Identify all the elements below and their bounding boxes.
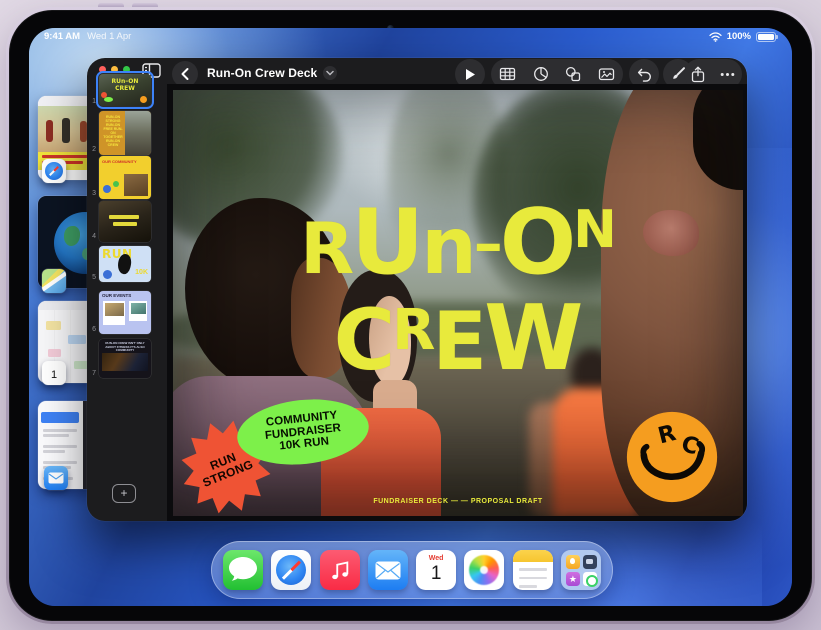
mini-event (46, 321, 61, 330)
ipad-screen: 9:41 AM Wed 1 Apr 100% (29, 28, 792, 606)
chevron-down-icon (326, 70, 334, 76)
ipad-device: 9:41 AM Wed 1 Apr 100% (6, 7, 815, 624)
shapes-icon (565, 66, 581, 82)
calendar-weekday: Wed (416, 555, 456, 563)
share-icon (691, 66, 705, 83)
dock: Wed 1 ★ (211, 541, 613, 599)
slide-number: 5 (87, 274, 96, 281)
media-button[interactable] (598, 66, 615, 82)
star-mini-icon: ★ (566, 572, 580, 586)
title-menu-button[interactable] (323, 66, 337, 80)
share-button[interactable] (691, 66, 705, 83)
slide-thumbnail-2[interactable]: RUN-ON STRONG RUN-ON FREE RUN-ON TOGETHE… (99, 111, 151, 155)
mail-app-icon[interactable] (368, 550, 408, 590)
mail-app-badge[interactable] (44, 466, 68, 490)
table-button[interactable] (499, 66, 516, 82)
chevron-left-icon (180, 67, 190, 81)
slide-thumbnail-5[interactable]: RUN 10K (99, 246, 151, 282)
mail-icon (48, 472, 64, 484)
ipad-bezel: 9:41 AM Wed 1 Apr 100% (9, 10, 812, 621)
maps-icon (42, 270, 66, 292)
apps-folder-icon[interactable]: ★ (561, 550, 601, 590)
mini-event (68, 335, 86, 344)
fitness-mini-icon (583, 572, 597, 586)
chart-button[interactable] (533, 66, 549, 82)
slide-photo: RUn–ON CREW RUN STRONG COMMUNITY (173, 90, 743, 516)
photos-app-icon[interactable] (464, 550, 504, 590)
slide-thumbnail-6[interactable]: OUR EVENTS (99, 291, 151, 334)
add-slide-button[interactable]: + (112, 484, 136, 503)
shapes-button[interactable] (565, 66, 581, 82)
safari-app-badge[interactable] (42, 159, 66, 183)
maps-app-badge[interactable] (42, 269, 66, 293)
slide-caption[interactable]: FUNDRAISER DECK — — PROPOSAL DRAFT (173, 498, 743, 505)
safari-app-icon[interactable] (271, 550, 311, 590)
music-app-icon[interactable] (320, 550, 360, 590)
slide-number: 2 (87, 146, 96, 153)
photos-flower-icon (469, 555, 499, 585)
clock-date: Wed 1 Apr (87, 31, 131, 42)
undo-icon (636, 67, 652, 82)
wifi-icon (709, 32, 722, 42)
mini-app-icon (583, 555, 597, 569)
media-icon (598, 66, 615, 82)
battery-percent: 100% (727, 31, 751, 42)
slide-canvas[interactable]: RUn–ON CREW RUN STRONG COMMUNITY (167, 84, 747, 521)
document-title: Run-On Crew Deck (207, 66, 317, 80)
calendar-day: 1 (416, 563, 456, 584)
slide-number: 1 (87, 98, 96, 105)
keynote-window: Run-On Crew Deck (87, 58, 747, 521)
notes-app-icon[interactable] (513, 550, 553, 590)
rc-smiley-icon: R C (625, 410, 719, 504)
status-bar: 9:41 AM Wed 1 Apr 100% (29, 30, 792, 44)
table-icon (499, 66, 516, 82)
more-button[interactable] (720, 72, 735, 77)
calendar-app-badge[interactable]: 1 (42, 361, 66, 385)
slide-number: 7 (87, 370, 96, 377)
slide-thumbnail-7[interactable]: RUN-ON CREW ISN'T ONLY ABOUT FITNESS IT'… (99, 339, 151, 378)
slide-number: 3 (87, 190, 96, 197)
slide-thumbnail-1[interactable]: RUn–ON CREW (99, 74, 151, 106)
slide-number: 4 (87, 233, 96, 240)
music-note-icon (329, 559, 351, 581)
slide-title-line2: CREW (197, 298, 717, 379)
rc-smiley-sticker[interactable]: R C (625, 410, 719, 504)
document-title-group[interactable]: Run-On Crew Deck (207, 66, 337, 80)
mini-selected-email (41, 412, 79, 423)
mini-event (48, 349, 61, 357)
calendar-app-icon[interactable]: Wed 1 (416, 550, 456, 590)
slide-title-line1: RUn–ON (197, 202, 717, 298)
messages-bubble-icon (223, 550, 263, 590)
slide-title[interactable]: RUn–ON CREW (197, 202, 717, 379)
notes-header (513, 550, 553, 562)
more-icon (720, 72, 735, 77)
tips-mini-icon (566, 555, 580, 569)
chart-icon (533, 66, 549, 82)
clock-time: 9:41 AM (44, 31, 80, 42)
mail-envelope-icon (375, 561, 401, 580)
slide-number: 6 (87, 326, 96, 333)
messages-app-icon[interactable] (223, 550, 263, 590)
play-icon (464, 68, 476, 81)
slide-thumbnail-4[interactable] (99, 201, 151, 242)
battery-icon (756, 32, 776, 42)
slide-thumbnail-3[interactable]: OUR COMMUNITY (99, 156, 151, 199)
